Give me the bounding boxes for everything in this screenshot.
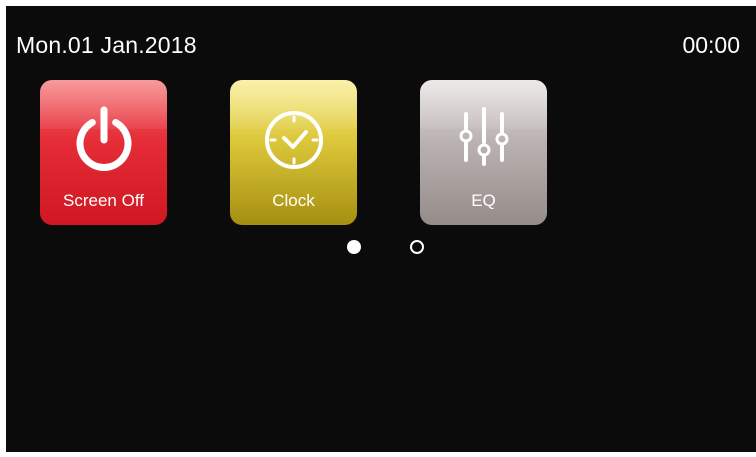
equalizer-sliders-icon [459, 107, 508, 166]
status-time: 00:00 [682, 32, 740, 58]
page-dot-2[interactable] [410, 240, 424, 254]
clock-button[interactable]: Clock [230, 80, 357, 225]
power-icon [76, 106, 131, 171]
screen-off-button[interactable]: Screen Off [40, 80, 167, 225]
home-screen: Mon.01 Jan.2018 00:00 Screen Off Clock E… [6, 6, 756, 452]
page-indicator [347, 240, 427, 254]
clock-icon [264, 111, 323, 169]
page-dot-1-active[interactable] [347, 240, 361, 254]
clock-label: Clock [272, 191, 315, 210]
eq-button[interactable]: EQ [420, 80, 547, 225]
screen-off-label: Screen Off [63, 191, 144, 210]
eq-label: EQ [471, 191, 496, 210]
status-date: Mon.01 Jan.2018 [16, 32, 197, 58]
